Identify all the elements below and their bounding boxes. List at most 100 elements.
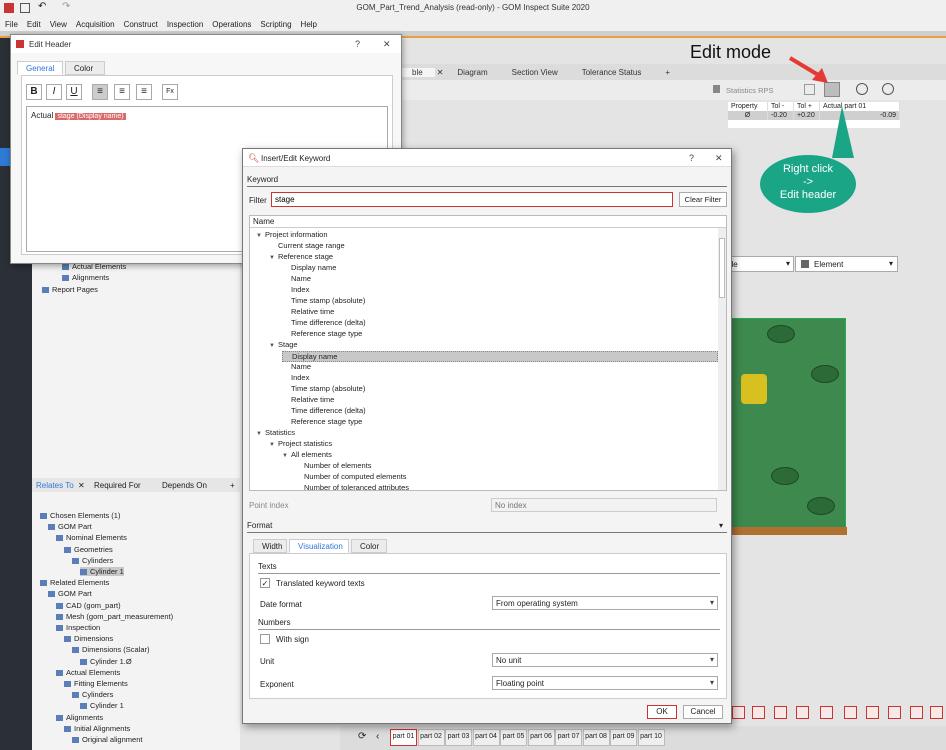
close-button[interactable]: ✕ [715, 153, 723, 164]
relation-item[interactable]: Related Elements [40, 578, 109, 587]
relation-item[interactable]: Dimensions [64, 634, 113, 643]
keyword-item[interactable]: Time stamp (absolute) [282, 384, 365, 395]
tool-icon[interactable] [844, 706, 857, 719]
filter-input[interactable] [271, 192, 673, 207]
keyword-item[interactable]: Reference stage type [282, 329, 362, 340]
tool-icon[interactable] [774, 706, 787, 719]
keyword-item[interactable]: ▼ Statistics [256, 428, 295, 439]
keyword-item[interactable]: Current stage range [269, 241, 345, 252]
add-tab-icon[interactable]: + [653, 68, 682, 77]
menu-acquisition[interactable]: Acquisition [76, 20, 115, 29]
stage-button-8[interactable]: part 08 [582, 729, 610, 746]
tab-depends-on[interactable]: Depends On [162, 481, 207, 490]
view-type-combo[interactable]: ble ▾ [722, 256, 794, 272]
keyword-item[interactable]: Index [282, 373, 309, 384]
menu-edit[interactable]: Edit [27, 20, 41, 29]
tool-icon[interactable] [796, 706, 809, 719]
keyword-item[interactable]: Time difference (delta) [282, 406, 366, 417]
align-center-button[interactable]: ≡ [114, 84, 130, 100]
menu-help[interactable]: Help [301, 20, 317, 29]
table-row[interactable]: Ø -0.20 +0.20 -0.09 [728, 111, 900, 120]
ok-button[interactable]: OK [647, 705, 677, 719]
tab-color[interactable]: Color [351, 539, 387, 553]
keyword-item[interactable]: Number of computed elements [295, 472, 407, 483]
relation-item[interactable]: Cylinder 1 [80, 567, 124, 576]
tab-section-view[interactable]: Section View [500, 68, 570, 77]
relation-item[interactable]: Mesh (gom_part_measurement) [56, 612, 173, 621]
menu-file[interactable]: File [5, 20, 18, 29]
tab-general[interactable]: General [17, 61, 63, 75]
menu-operations[interactable]: Operations [212, 20, 251, 29]
stage-button-10[interactable]: part 10 [637, 729, 665, 746]
relation-item[interactable]: Actual Elements [56, 668, 120, 677]
date-format-select[interactable]: From operating system [492, 596, 718, 610]
tool-icon[interactable] [820, 706, 833, 719]
tool-icon[interactable] [866, 706, 879, 719]
expand-caret-icon[interactable]: ▼ [269, 343, 278, 349]
relation-item[interactable]: GOM Part [48, 589, 92, 598]
relation-item[interactable]: Inspection [56, 623, 100, 632]
relation-item[interactable]: Chosen Elements (1) [40, 511, 120, 520]
keyword-item[interactable]: ▼ Project information [256, 230, 328, 241]
add-tab-icon[interactable]: + [230, 481, 235, 490]
keyword-item[interactable]: Index [282, 285, 309, 296]
keyword-item[interactable]: Relative time [282, 395, 334, 406]
help-button[interactable]: ? [355, 39, 360, 49]
keyword-item[interactable]: Relative time [282, 307, 334, 318]
element-combo[interactable]: Element ▾ [795, 256, 898, 272]
relation-item[interactable]: CAD (gom_part) [56, 601, 121, 610]
relation-item[interactable]: Geometries [64, 545, 113, 554]
relation-item[interactable]: Nominal Elements [56, 533, 127, 542]
tool-icon[interactable] [888, 706, 901, 719]
keyword-item[interactable]: ▼ Stage [269, 340, 298, 351]
stage-button-4[interactable]: part 04 [472, 729, 500, 746]
cancel-button[interactable]: Cancel [683, 705, 723, 719]
exponent-select[interactable]: Floating point [492, 676, 718, 690]
menu-inspection[interactable]: Inspection [167, 20, 203, 29]
relation-item[interactable]: Dimensions (Scalar) [72, 645, 150, 654]
relation-item[interactable]: Cylinders [72, 690, 113, 699]
stage-button-9[interactable]: part 09 [610, 729, 637, 746]
menu-construct[interactable]: Construct [124, 20, 158, 29]
menu-scripting[interactable]: Scripting [260, 20, 291, 29]
stage-button-6[interactable]: part 06 [527, 729, 555, 746]
tab-color[interactable]: Color [65, 61, 105, 75]
refresh-icon[interactable]: ⟳ [358, 731, 366, 742]
stage-button-7[interactable]: part 07 [555, 729, 582, 746]
stage-button-1[interactable]: part 01 [390, 729, 417, 746]
relation-item[interactable]: Fitting Elements [64, 679, 128, 688]
relation-item[interactable]: GOM Part [48, 522, 92, 531]
close-tab-icon[interactable]: ✕ [435, 68, 446, 77]
tool-icon[interactable] [930, 706, 943, 719]
chevron-left-icon[interactable]: ‹ [376, 731, 379, 742]
point-index-input[interactable] [491, 498, 717, 512]
expand-caret-icon[interactable]: ▼ [256, 233, 265, 239]
relation-item[interactable]: Cylinder 1 [80, 701, 124, 710]
stage-button-3[interactable]: part 03 [445, 729, 472, 746]
tab-diagram[interactable]: Diagram [445, 68, 499, 77]
collapse-icon[interactable]: ▾ [719, 521, 723, 530]
keyword-item[interactable]: Number of elements [295, 461, 372, 472]
align-right-button[interactable]: ≡ [136, 84, 152, 100]
stage-button-2[interactable]: part 02 [417, 729, 445, 746]
tab-relates-to[interactable]: Relates To [36, 481, 74, 490]
tree-item[interactable]: Report Pages [42, 285, 98, 294]
keyword-item[interactable]: Display name [282, 263, 336, 274]
keyword-item[interactable]: Number of toleranced attributes [295, 483, 409, 490]
keyword-item[interactable]: Name [282, 362, 311, 373]
expand-caret-icon[interactable]: ▼ [269, 255, 278, 261]
part-3d-view[interactable] [730, 318, 847, 535]
tab-tolerance-status[interactable]: Tolerance Status [570, 68, 654, 77]
keyword-item[interactable]: Time difference (delta) [282, 318, 366, 329]
expand-caret-icon[interactable]: ▼ [282, 453, 291, 459]
statistics-label[interactable]: Statistics RPS [726, 86, 774, 95]
close-button[interactable]: ✕ [383, 39, 391, 50]
keyword-item[interactable]: ▼ Project statistics [269, 439, 332, 450]
insert-keyword-button[interactable]: Fx [162, 84, 178, 100]
keyword-tree[interactable]: Name ▼ Project information Current stage r… [249, 215, 727, 491]
tab-required-for[interactable]: Required For [94, 481, 141, 490]
tool-icon[interactable] [732, 706, 745, 719]
tree-item[interactable]: Alignments [62, 273, 109, 282]
keyword-item[interactable]: Reference stage type [282, 417, 362, 428]
keyword-token[interactable]: stage (Display name) [55, 113, 126, 120]
